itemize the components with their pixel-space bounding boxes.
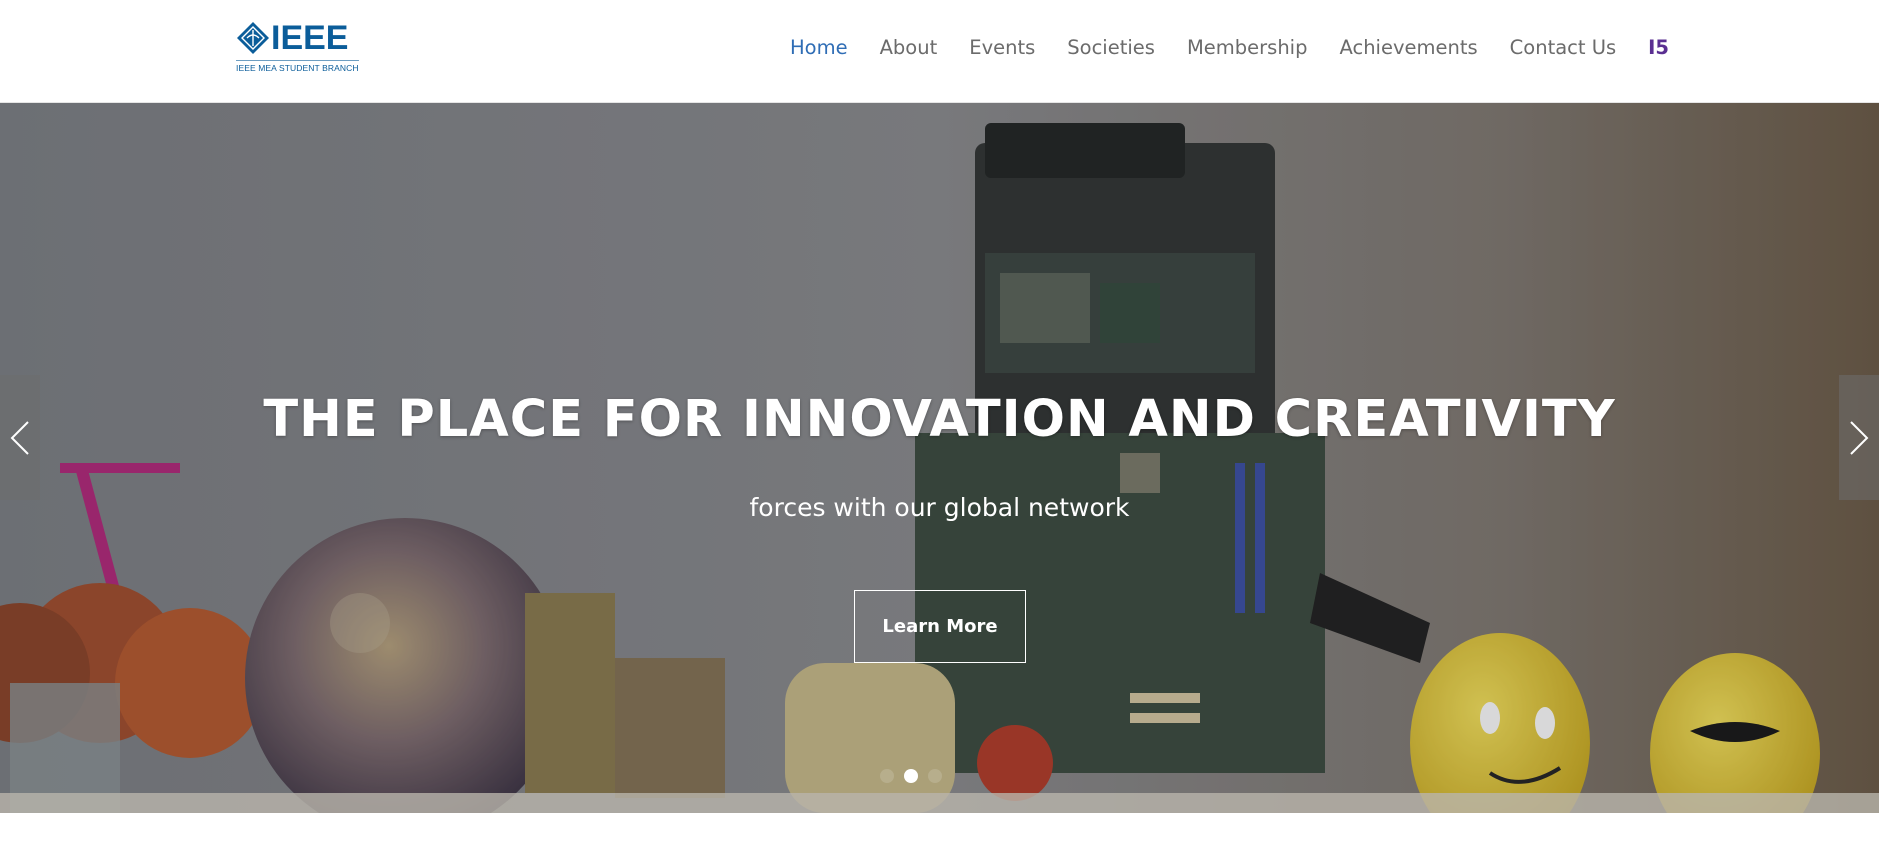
nav-membership[interactable]: Membership bbox=[1187, 36, 1308, 60]
slider-dot-1[interactable] bbox=[880, 769, 894, 783]
chevron-left-icon bbox=[10, 420, 29, 455]
slider-dot-2[interactable] bbox=[904, 769, 918, 783]
chevron-right-icon bbox=[1850, 420, 1869, 455]
logo-text: IEEE bbox=[271, 19, 349, 57]
logo-subtitle: IEEE MEA STUDENT BRANCH bbox=[236, 63, 359, 73]
nav-societies[interactable]: Societies bbox=[1067, 36, 1155, 60]
slider-dots bbox=[880, 769, 942, 783]
learn-more-button[interactable]: Learn More bbox=[854, 590, 1026, 663]
site-header: IEEE IEEE MEA STUDENT BRANCH Home About … bbox=[0, 0, 1879, 103]
slider-next-button[interactable] bbox=[1839, 375, 1879, 500]
nav-contact-us[interactable]: Contact Us bbox=[1510, 36, 1617, 60]
ieee-logo[interactable]: IEEE IEEE MEA STUDENT BRANCH bbox=[236, 20, 360, 74]
slider-prev-button[interactable] bbox=[0, 375, 40, 500]
nav-home[interactable]: Home bbox=[790, 36, 848, 60]
hero-slider: THE PLACE FOR INNOVATION AND CREATIVITY … bbox=[0, 103, 1879, 813]
nav-events[interactable]: Events bbox=[969, 36, 1035, 60]
hero-subtitle: forces with our global network bbox=[749, 493, 1130, 522]
hero-title: THE PLACE FOR INNOVATION AND CREATIVITY bbox=[263, 390, 1616, 449]
nav-about[interactable]: About bbox=[880, 36, 938, 60]
ieee-diamond-icon bbox=[236, 21, 270, 55]
logo-divider bbox=[236, 60, 359, 61]
nav-achievements[interactable]: Achievements bbox=[1339, 36, 1477, 60]
main-nav: Home About Events Societies Membership A… bbox=[758, 36, 1669, 60]
slider-dot-3[interactable] bbox=[928, 769, 942, 783]
hero-overlay bbox=[0, 103, 1879, 813]
nav-i5[interactable]: I5 bbox=[1648, 36, 1669, 60]
